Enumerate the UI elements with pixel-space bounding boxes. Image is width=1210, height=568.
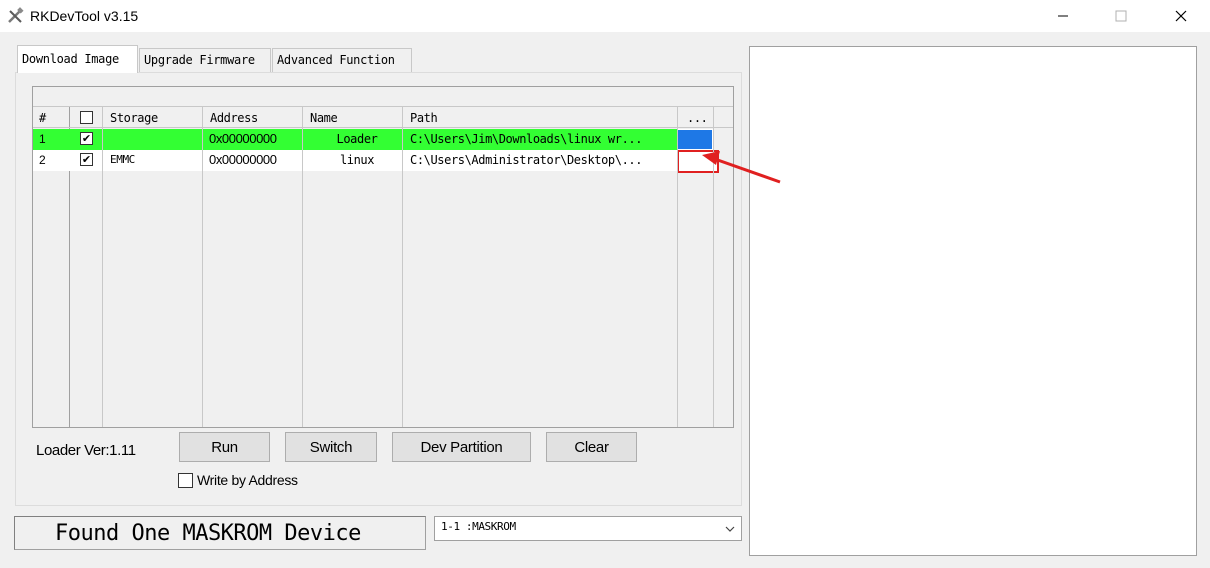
log-panel[interactable] (749, 46, 1197, 556)
annotation-arrow-icon (702, 151, 781, 184)
column-divider (677, 107, 678, 427)
col-header-name: Name (310, 111, 338, 125)
close-icon (1175, 10, 1187, 22)
cell-name[interactable]: Loader (302, 129, 402, 150)
col-header-address: Address (210, 111, 258, 125)
column-divider (302, 107, 303, 427)
close-button[interactable] (1158, 0, 1204, 32)
run-button[interactable]: Run (179, 432, 270, 462)
maximize-button[interactable] (1098, 0, 1144, 32)
col-header-index: # (39, 111, 46, 125)
title-bar: RKDevTool v3.15 (0, 0, 1210, 32)
minimize-icon (1058, 15, 1068, 17)
column-divider (402, 107, 403, 427)
status-message: Found One MASKROM Device (14, 516, 426, 550)
row-checkbox[interactable]: ✔ (80, 132, 93, 145)
tab-advanced-function[interactable]: Advanced Function (272, 48, 412, 72)
device-dropdown-value: 1-1 :MASKROM (441, 520, 516, 533)
table-row[interactable]: 2 ✔ EMMC 0x00000000 linux C:\Users\Admin… (33, 150, 719, 173)
cell-path[interactable]: C:\Users\Jim\Downloads\linux wr... (402, 129, 677, 150)
cell-storage[interactable] (102, 129, 202, 150)
chevron-down-icon (725, 526, 735, 532)
cell-address[interactable]: 0x00000000 (202, 129, 302, 150)
col-header-storage: Storage (110, 111, 158, 125)
grid-top-bar (33, 87, 733, 107)
write-by-address-checkbox[interactable] (178, 473, 193, 488)
cell-path[interactable]: C:\Users\Administrator\Desktop\... (402, 150, 677, 171)
minimize-button[interactable] (1040, 0, 1086, 32)
loader-version: Loader Ver:1.11 (36, 442, 136, 459)
col-header-path: Path (410, 111, 438, 125)
row-index: 2 (33, 150, 70, 171)
column-divider (102, 107, 103, 427)
window-title: RKDevTool v3.15 (30, 8, 139, 24)
cell-name[interactable]: linux (302, 150, 402, 171)
row-checkbox[interactable]: ✔ (80, 153, 93, 166)
switch-button[interactable]: Switch (285, 432, 377, 462)
clear-button[interactable]: Clear (546, 432, 637, 462)
tab-upgrade-firmware[interactable]: Upgrade Firmware (139, 48, 271, 72)
cell-address[interactable]: 0x00000000 (202, 150, 302, 171)
write-by-address-label: Write by Address (197, 472, 298, 488)
select-all-checkbox[interactable] (80, 111, 93, 124)
image-grid: # Storage Address Name Path ... 1 ✔ 0x00… (32, 86, 734, 428)
tab-download-image[interactable]: Download Image (17, 45, 138, 73)
grid-header-row: # Storage Address Name Path ... (33, 107, 733, 128)
cell-storage[interactable]: EMMC (102, 150, 202, 171)
grid-body: # Storage Address Name Path ... 1 ✔ 0x00… (33, 107, 733, 427)
column-divider (202, 107, 203, 427)
device-dropdown[interactable]: 1-1 :MASKROM (434, 516, 742, 541)
tool-icon (8, 7, 24, 23)
col-header-browse: ... (687, 111, 708, 125)
dev-partition-button[interactable]: Dev Partition (392, 432, 531, 462)
table-row[interactable]: 1 ✔ 0x00000000 Loader C:\Users\Jim\Downl… (33, 129, 714, 150)
maximize-icon (1115, 10, 1127, 22)
row-index: 1 (33, 129, 70, 150)
